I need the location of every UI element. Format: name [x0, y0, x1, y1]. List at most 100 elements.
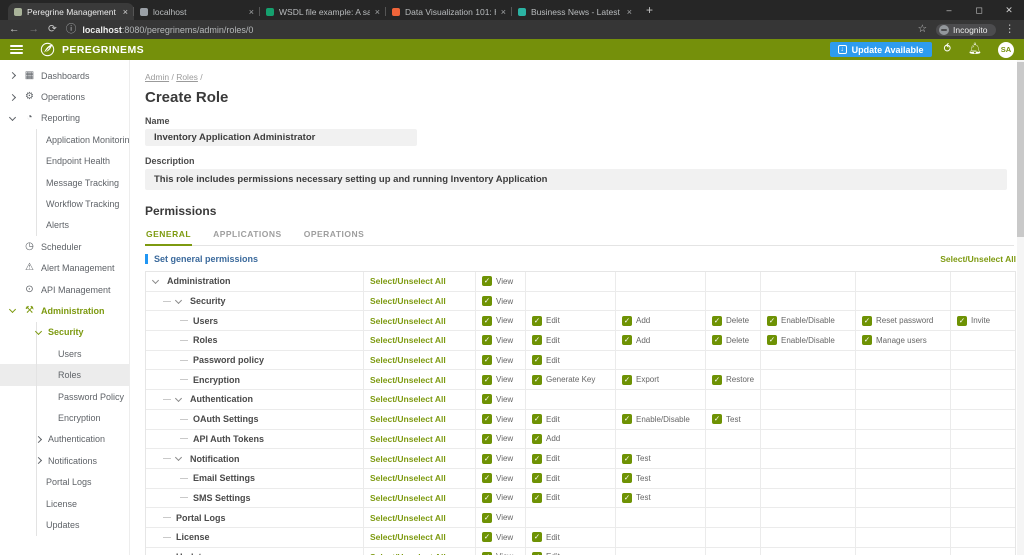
checkbox-add[interactable]: ✓ Add: [622, 315, 650, 326]
page-info-icon[interactable]: ⓘ: [66, 24, 77, 35]
checkbox-edit[interactable]: ✓ Edit: [532, 453, 560, 464]
checkbox-view[interactable]: ✓ View: [482, 433, 513, 444]
checkbox-edit[interactable]: ✓ Edit: [532, 492, 560, 503]
name-input[interactable]: Inventory Application Administrator: [145, 129, 417, 146]
checkbox-view[interactable]: ✓ View: [482, 355, 513, 366]
checkbox-invite[interactable]: ✓ Invite: [957, 315, 990, 326]
checkbox-restore[interactable]: ✓ Restore: [712, 374, 754, 385]
update-available-button[interactable]: ↓ Update Available: [829, 42, 932, 57]
tab-close-icon[interactable]: ×: [375, 7, 380, 17]
checkbox-add[interactable]: ✓ Add: [622, 335, 650, 346]
browser-menu-icon[interactable]: ⋮: [1005, 24, 1016, 35]
history-icon[interactable]: ⥀: [944, 44, 952, 55]
checkbox-test[interactable]: ✓ Test: [712, 414, 741, 425]
sidebar-item-portal-logs[interactable]: Portal Logs: [0, 471, 129, 494]
checkbox-view[interactable]: ✓ View: [482, 532, 513, 543]
checkbox-view[interactable]: ✓ View: [482, 453, 513, 464]
sidebar-item-notifications[interactable]: Notifications: [0, 450, 129, 472]
checkbox-view[interactable]: ✓ View: [482, 315, 513, 326]
sidebar-item-password-policy[interactable]: Password Policy: [0, 385, 129, 408]
minimize-icon[interactable]: –: [934, 0, 964, 20]
sidebar-item-administration[interactable]: ⚒ Administration: [0, 300, 129, 321]
browser-tab[interactable]: Business News - Latest Headline ×: [511, 3, 638, 20]
tab-operations[interactable]: OPERATIONS: [303, 225, 366, 245]
bookmark-star-icon[interactable]: ☆: [918, 24, 927, 35]
chevron-down-icon[interactable]: [176, 300, 188, 303]
browser-tab[interactable]: Peregrine Management Portal ×: [8, 3, 134, 20]
tab-close-icon[interactable]: ×: [501, 7, 506, 17]
maximize-icon[interactable]: ◻: [964, 0, 994, 20]
tab-close-icon[interactable]: ×: [123, 7, 128, 17]
sidebar-item-application-monitoring[interactable]: Application Monitoring: [0, 129, 129, 151]
select-unselect-link[interactable]: Select/Unselect All: [370, 296, 446, 306]
checkbox-edit[interactable]: ✓ Edit: [532, 355, 560, 366]
sidebar-item-api-management[interactable]: ⊙ API Management: [0, 279, 129, 300]
breadcrumb-link-roles[interactable]: Roles: [176, 72, 198, 82]
forward-icon[interactable]: →: [29, 24, 40, 35]
tab-applications[interactable]: APPLICATIONS: [212, 225, 283, 245]
sidebar-item-reporting[interactable]: ◔ Reporting: [0, 108, 129, 129]
checkbox-view[interactable]: ✓ View: [482, 296, 513, 307]
select-unselect-link[interactable]: Select/Unselect All: [370, 276, 446, 286]
select-unselect-link[interactable]: Select/Unselect All: [370, 434, 446, 444]
checkbox-edit[interactable]: ✓ Edit: [532, 414, 560, 425]
checkbox-export[interactable]: ✓ Export: [622, 374, 659, 385]
checkbox-view[interactable]: ✓ View: [482, 414, 513, 425]
checkbox-enable-disable[interactable]: ✓ Enable/Disable: [767, 335, 835, 346]
sidebar-item-updates[interactable]: Updates: [0, 514, 129, 536]
select-unselect-link[interactable]: Select/Unselect All: [370, 414, 446, 424]
sidebar-item-operations[interactable]: ⚙ Operations: [0, 86, 129, 107]
checkbox-test[interactable]: ✓ Test: [622, 453, 651, 464]
checkbox-view[interactable]: ✓ View: [482, 276, 513, 287]
checkbox-manage-users[interactable]: ✓ Manage users: [862, 335, 927, 346]
tab-general[interactable]: GENERAL: [145, 225, 193, 246]
checkbox-edit[interactable]: ✓ Edit: [532, 473, 560, 484]
reload-icon[interactable]: ⟳: [48, 24, 57, 35]
sidebar-item-scheduler[interactable]: ◷ Scheduler: [0, 236, 129, 257]
sidebar-item-security[interactable]: Security: [0, 321, 129, 344]
sidebar-item-endpoint-health[interactable]: Endpoint Health: [0, 150, 129, 173]
browser-tab[interactable]: WSDL file example: A sample SO ×: [259, 3, 386, 20]
tab-close-icon[interactable]: ×: [627, 7, 632, 17]
select-unselect-link[interactable]: Select/Unselect All: [370, 473, 446, 483]
checkbox-view[interactable]: ✓ View: [482, 394, 513, 405]
checkbox-delete[interactable]: ✓ Delete: [712, 315, 749, 326]
breadcrumb-link-admin[interactable]: Admin: [145, 72, 169, 82]
scrollbar-thumb[interactable]: [1017, 62, 1024, 237]
tab-close-icon[interactable]: ×: [249, 7, 254, 17]
select-unselect-link[interactable]: Select/Unselect All: [370, 532, 446, 542]
checkbox-enable-disable[interactable]: ✓ Enable/Disable: [622, 414, 690, 425]
notifications-bell-icon[interactable]: 🔔︎: [968, 44, 982, 55]
checkbox-view[interactable]: ✓ View: [482, 512, 513, 523]
checkbox-delete[interactable]: ✓ Delete: [712, 335, 749, 346]
checkbox-view[interactable]: ✓ View: [482, 374, 513, 385]
select-unselect-link[interactable]: Select/Unselect All: [370, 335, 446, 345]
select-unselect-link[interactable]: Select/Unselect All: [370, 355, 446, 365]
browser-tab[interactable]: Data Visualization 101: How to C ×: [385, 3, 512, 20]
select-unselect-link[interactable]: Select/Unselect All: [370, 316, 446, 326]
checkbox-generate-key[interactable]: ✓ Generate Key: [532, 374, 595, 385]
checkbox-edit[interactable]: ✓ Edit: [532, 315, 560, 326]
checkbox-add[interactable]: ✓ Add: [532, 433, 560, 444]
checkbox-test[interactable]: ✓ Test: [622, 473, 651, 484]
select-unselect-link[interactable]: Select/Unselect All: [370, 493, 446, 503]
sidebar-item-users[interactable]: Users: [0, 343, 129, 365]
sidebar-item-dashboards[interactable]: ▦ Dashboards: [0, 65, 129, 86]
checkbox-view[interactable]: ✓ View: [482, 335, 513, 346]
checkbox-view[interactable]: ✓ View: [482, 492, 513, 503]
hamburger-menu-icon[interactable]: [10, 44, 23, 55]
new-tab-button[interactable]: +: [646, 3, 653, 17]
sidebar-item-workflow-tracking[interactable]: Workflow Tracking: [0, 193, 129, 216]
sidebar-item-encryption[interactable]: Encryption: [0, 407, 129, 430]
select-unselect-link[interactable]: Select/Unselect All: [370, 454, 446, 464]
back-icon[interactable]: ←: [9, 24, 20, 35]
page-scrollbar[interactable]: [1017, 60, 1024, 555]
sidebar-item-message-tracking[interactable]: Message Tracking: [0, 171, 129, 194]
checkbox-reset-password[interactable]: ✓ Reset password: [862, 315, 933, 326]
checkbox-enable-disable[interactable]: ✓ Enable/Disable: [767, 315, 835, 326]
sidebar-item-authentication[interactable]: Authentication: [0, 428, 129, 451]
checkbox-view[interactable]: ✓ View: [482, 473, 513, 484]
address-bar[interactable]: ⓘ localhost:8080/peregrinems/admin/roles…: [66, 24, 909, 35]
sidebar-item-license[interactable]: License: [0, 492, 129, 515]
sidebar-item-alerts[interactable]: Alerts: [0, 214, 129, 237]
